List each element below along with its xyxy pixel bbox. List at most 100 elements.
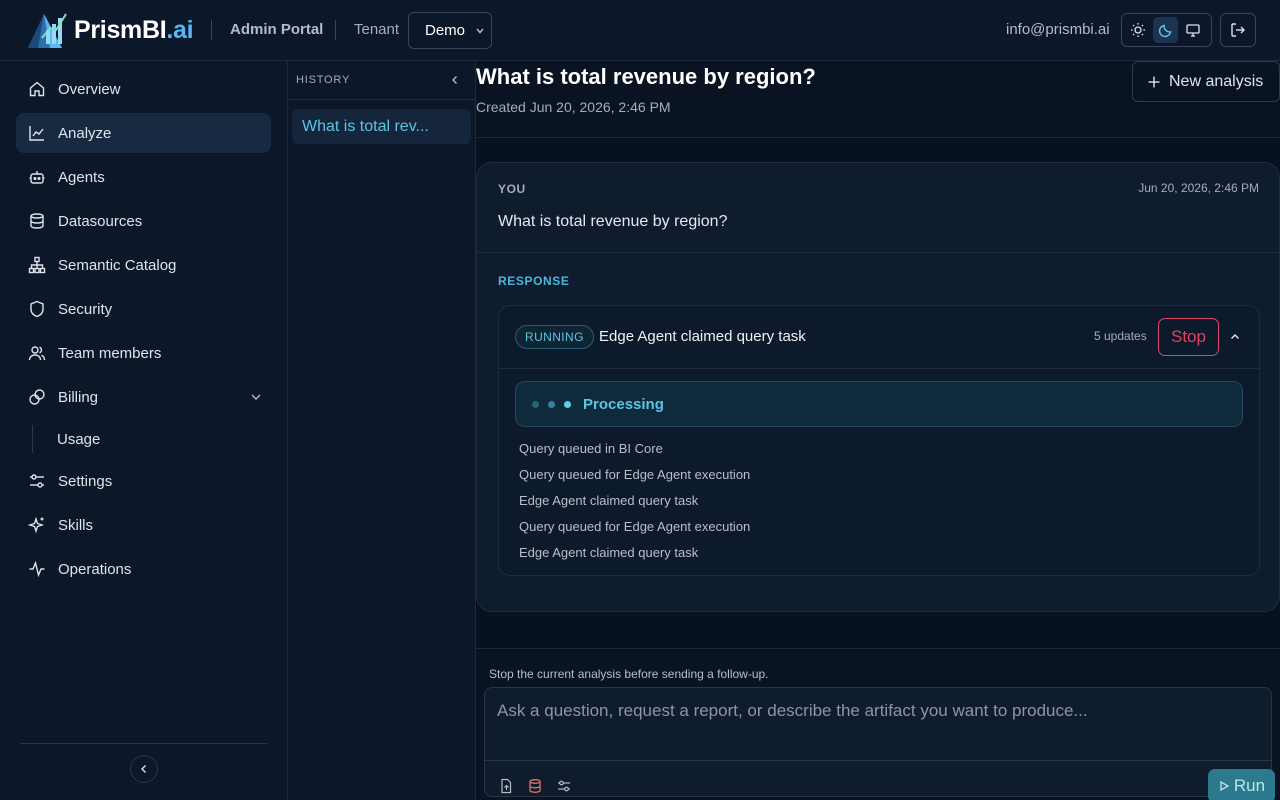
sidebar-item-label: Team members <box>58 344 162 362</box>
log-entry: Query queued in BI Core <box>519 441 663 456</box>
run-button[interactable]: Run <box>1208 769 1275 800</box>
history-item-label: What is total rev... <box>302 117 429 135</box>
sidebar-item-semantic-catalog[interactable]: Semantic Catalog <box>16 245 271 285</box>
sidebar-item-label: Overview <box>58 80 121 98</box>
history-item[interactable]: What is total rev... <box>292 109 471 144</box>
chevron-left-icon <box>141 765 146 773</box>
updates-count: 5 updates <box>1094 329 1147 343</box>
database-icon <box>30 213 44 229</box>
composer-note: Stop the current analysis before sending… <box>489 667 769 681</box>
loading-dot <box>532 400 539 408</box>
theme-switcher <box>1121 13 1212 47</box>
run-button-label: Run <box>1233 776 1266 795</box>
log-entry: Query queued for Edge Agent execution <box>519 519 751 534</box>
user-message: What is total revenue by region? <box>498 213 728 230</box>
dark-theme-button[interactable] <box>1152 17 1179 43</box>
sidebar-item-datasources[interactable]: Datasources <box>16 201 271 241</box>
sidebar-item-billing[interactable]: Billing <box>16 377 271 417</box>
processing-indicator: Processing <box>515 381 1243 427</box>
plus-icon <box>1148 76 1160 87</box>
message-role: YOU <box>498 182 526 196</box>
moon-icon <box>1158 24 1171 38</box>
log-entry: Query queued for Edge Agent execution <box>519 467 751 482</box>
prompt-input[interactable]: Ask a question, request a report, or des… <box>485 688 1271 761</box>
sidebar-item-label: Analyze <box>58 124 112 142</box>
logout-button[interactable] <box>1220 13 1256 47</box>
tenant-select[interactable]: Demo <box>408 12 492 49</box>
activity-icon <box>29 560 45 578</box>
tenant-label: Tenant <box>354 21 400 38</box>
divider <box>211 20 212 40</box>
system-theme-button[interactable] <box>1180 17 1206 43</box>
sidebar-item-label: Agents <box>58 168 105 186</box>
database-icon[interactable] <box>527 778 543 794</box>
sidebar-item-team-members[interactable]: Team members <box>16 333 271 373</box>
stop-button-label: Stop <box>1171 327 1206 346</box>
page-title: What is total revenue by region? <box>476 64 816 89</box>
run-status-panel: RUNNING Edge Agent claimed query task 5 … <box>498 305 1260 576</box>
sun-icon <box>1130 23 1145 37</box>
history-panel: HISTORY What is total rev... <box>288 61 476 800</box>
message-timestamp: Jun 20, 2026, 2:46 PM <box>1138 181 1259 195</box>
sidebar-item-label: Settings <box>58 472 113 490</box>
sparkles-icon <box>28 516 45 534</box>
sidebar-item-label: Billing <box>58 388 99 406</box>
monitor-icon <box>1186 24 1200 37</box>
chevron-up-icon[interactable] <box>1229 331 1241 343</box>
sidebar-item-skills[interactable]: Skills <box>16 505 271 545</box>
file-upload-icon[interactable] <box>498 778 514 794</box>
new-analysis-label: New analysis <box>1169 72 1264 90</box>
play-icon <box>1220 780 1230 792</box>
loading-dot <box>564 400 571 408</box>
log-entry: Edge Agent claimed query task <box>519 545 699 560</box>
sidebar-item-label: Datasources <box>58 212 143 230</box>
users-icon <box>28 346 46 361</box>
main-content: What is total revenue by region? Created… <box>476 61 1280 800</box>
run-status-title: Edge Agent claimed query task <box>599 328 806 345</box>
divider <box>335 20 336 40</box>
sidebar-item-overview[interactable]: Overview <box>16 69 271 109</box>
logo-text: PrismBI.ai <box>74 15 194 44</box>
loading-dot <box>548 400 555 408</box>
status-badge: RUNNING <box>515 325 594 349</box>
analysis-header: What is total revenue by region? Created… <box>476 61 1280 138</box>
processing-label: Processing <box>583 395 664 413</box>
log-entry: Edge Agent claimed query task <box>519 493 699 508</box>
response-label: RESPONSE <box>498 274 570 288</box>
billing-link-icon <box>29 389 45 405</box>
sidebar-item-operations[interactable]: Operations <box>16 549 271 589</box>
conversation-card: YOU Jun 20, 2026, 2:46 PM What is total … <box>476 162 1280 612</box>
chevron-left-icon[interactable] <box>449 74 461 86</box>
sidebar-subitem-usage[interactable]: Usage <box>32 425 262 453</box>
sidebar-subitem-label: Usage <box>57 430 101 448</box>
sidebar-item-analyze[interactable]: Analyze <box>16 113 271 153</box>
sidebar-item-label: Operations <box>58 560 132 578</box>
bot-icon <box>29 171 45 184</box>
new-analysis-button[interactable]: New analysis <box>1132 61 1280 102</box>
composer: Ask a question, request a report, or des… <box>484 687 1275 800</box>
sidebar-divider <box>20 743 267 744</box>
sliders-icon[interactable] <box>556 778 572 794</box>
run-status-header: RUNNING Edge Agent claimed query task 5 … <box>499 306 1259 369</box>
logo[interactable]: PrismBI.ai <box>24 8 194 52</box>
stop-button[interactable]: Stop <box>1158 318 1219 356</box>
sidebar-item-label: Security <box>58 300 113 318</box>
created-timestamp: Created Jun 20, 2026, 2:46 PM <box>476 99 671 115</box>
chevron-down-icon <box>251 394 261 400</box>
light-theme-button[interactable] <box>1125 17 1151 43</box>
history-title: HISTORY <box>296 74 351 86</box>
sidebar-item-label: Skills <box>58 516 94 534</box>
sidebar-collapse-button[interactable] <box>130 755 158 783</box>
shield-icon <box>30 300 44 318</box>
sidebar: Overview Analyze Agents Datasources Sema… <box>0 61 288 800</box>
sidebar-item-agents[interactable]: Agents <box>16 157 271 197</box>
divider <box>477 252 1279 253</box>
composer-area: Stop the current analysis before sending… <box>476 648 1280 800</box>
sidebar-item-security[interactable]: Security <box>16 289 271 329</box>
sidebar-item-label: Semantic Catalog <box>58 256 177 274</box>
sidebar-item-settings[interactable]: Settings <box>16 461 271 501</box>
sliders-icon <box>30 474 44 488</box>
hierarchy-icon <box>28 256 46 274</box>
home-icon <box>29 81 45 97</box>
history-header: HISTORY <box>288 61 475 100</box>
